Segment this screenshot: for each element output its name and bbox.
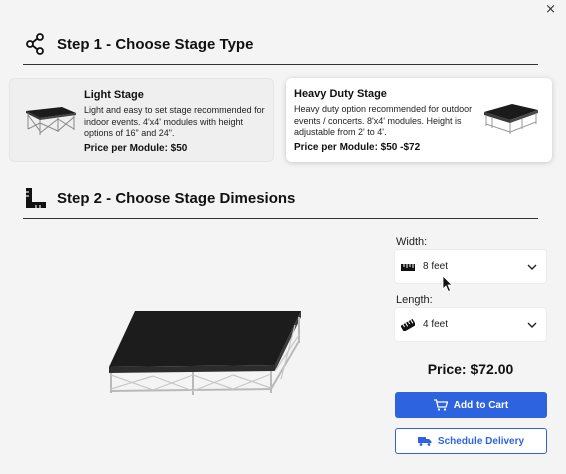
truck-icon (417, 437, 432, 446)
width-select[interactable]: 8 feet (395, 250, 546, 283)
chevron-down-icon (527, 322, 537, 328)
ruler-icon (401, 318, 415, 331)
schedule-delivery-button[interactable]: Schedule Delivery (395, 428, 547, 454)
heavy-stage-name: Heavy Duty Stage (294, 88, 387, 100)
light-stage-price: Price per Module: $50 (84, 143, 188, 154)
heavy-stage-description: Heavy duty option recommended for outdoo… (294, 104, 473, 137)
heavy-stage-price: Price per Module: $50 -$72 (294, 142, 421, 153)
step1-header: Step 1 - Choose Stage Type (23, 32, 538, 65)
ruler-icon (401, 263, 415, 271)
length-select[interactable]: 4 feet (395, 308, 546, 341)
light-stage-image (26, 107, 76, 135)
schedule-delivery-label: Schedule Delivery (437, 435, 525, 447)
light-stage-description: Light and easy to set stage recommended … (84, 105, 265, 138)
step2-header: Step 2 - Choose Stage Dimesions (23, 186, 538, 219)
close-icon[interactable]: × (545, 2, 556, 17)
add-to-cart-button[interactable]: Add to Cart (395, 392, 547, 418)
length-label: Length: (396, 294, 433, 306)
heavy-duty-stage-card[interactable]: Heavy Duty Stage Heavy duty option recom… (286, 78, 552, 162)
length-value: 4 feet (423, 319, 449, 330)
mouse-cursor-icon (442, 275, 453, 293)
heavy-stage-image (484, 104, 538, 134)
step1-title: Step 1 - Choose Stage Type (57, 35, 254, 53)
step2-title: Step 2 - Choose Stage Dimesions (57, 189, 296, 207)
width-label: Width: (396, 236, 428, 248)
chevron-down-icon (527, 264, 537, 270)
add-to-cart-label: Add to Cart (453, 399, 509, 411)
ruler-angle-icon (26, 188, 46, 208)
share-icon (26, 33, 44, 55)
light-stage-name: Light Stage (84, 89, 144, 101)
width-value: 8 feet (423, 261, 449, 272)
cart-icon (433, 399, 448, 411)
light-stage-card[interactable]: Light Stage Light and easy to set stage … (9, 78, 274, 162)
total-price: Price: $72.00 (427, 361, 514, 377)
stage-preview-image (109, 311, 301, 395)
